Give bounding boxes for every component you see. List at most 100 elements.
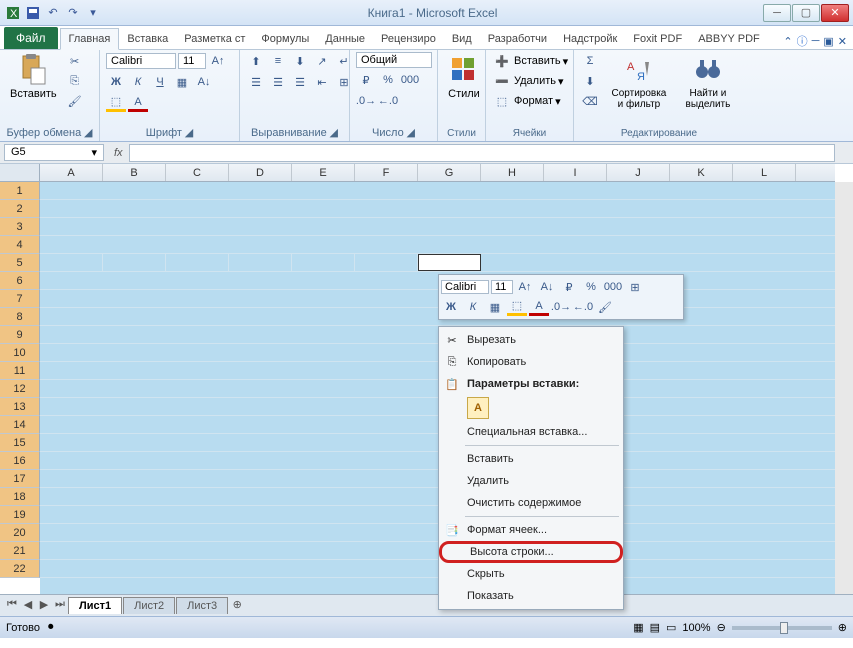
size-select[interactable]: 11 — [178, 53, 206, 69]
currency-icon[interactable]: ₽ — [356, 71, 376, 89]
row-header[interactable]: 3 — [0, 218, 40, 236]
row-header[interactable]: 20 — [0, 524, 40, 542]
ctx-paste-special[interactable]: Специальная вставка... — [439, 421, 623, 443]
align-mid-icon[interactable]: ≡ — [268, 52, 288, 70]
name-box[interactable]: G5▾ — [4, 144, 104, 161]
inc-decimal-icon[interactable]: .0→ — [356, 92, 376, 110]
col-header[interactable]: H — [481, 164, 544, 181]
sheet-nav-prev[interactable]: ◀ — [20, 598, 36, 614]
sheet-tab[interactable]: Лист1 — [68, 597, 122, 614]
zoom-in-button[interactable]: ⊕ — [838, 621, 847, 634]
redo-icon[interactable]: ↷ — [64, 4, 82, 22]
mini-bold-icon[interactable]: Ж — [441, 298, 461, 316]
row-header[interactable]: 1 — [0, 182, 40, 200]
font-color-icon[interactable]: A — [128, 94, 148, 112]
file-tab[interactable]: Файл — [4, 27, 58, 49]
cut-icon[interactable]: ✂ — [65, 52, 85, 70]
align-center-icon[interactable]: ☰ — [268, 73, 288, 91]
mdi-min-icon[interactable]: ─ — [812, 35, 820, 47]
format-cells-button[interactable]: ⬚Формат ▾ — [492, 92, 561, 110]
macro-record-icon[interactable]: ⏺ — [48, 621, 54, 634]
mini-currency-icon[interactable]: ₽ — [559, 278, 579, 296]
row-header[interactable]: 22 — [0, 560, 40, 578]
sort-filter-button[interactable]: AЯ Сортировка и фильтр — [604, 52, 674, 112]
col-header[interactable]: F — [355, 164, 418, 181]
ctx-row-height[interactable]: Высота строки... — [439, 541, 623, 563]
align-left-icon[interactable]: ☰ — [246, 73, 266, 91]
col-header[interactable]: B — [103, 164, 166, 181]
dec-decimal-icon[interactable]: ←.0 — [378, 92, 398, 110]
row-header[interactable]: 16 — [0, 452, 40, 470]
col-header[interactable]: D — [229, 164, 292, 181]
row-header[interactable]: 10 — [0, 344, 40, 362]
row-header[interactable]: 5 — [0, 254, 40, 272]
mini-font-select[interactable]: Calibri — [441, 280, 489, 294]
number-launcher[interactable]: ◢ — [406, 127, 414, 139]
font-launcher[interactable]: ◢ — [185, 127, 193, 139]
fill-color-icon[interactable]: ⬚ — [106, 94, 126, 112]
percent-icon[interactable]: % — [378, 71, 398, 89]
autosum-icon[interactable]: Σ — [580, 52, 600, 70]
mdi-close-icon[interactable]: ✕ — [838, 35, 847, 48]
tab-addins[interactable]: Надстройк — [555, 29, 625, 49]
col-header[interactable]: J — [607, 164, 670, 181]
mini-dec-dec-icon[interactable]: ←.0 — [573, 298, 593, 316]
italic-icon[interactable]: К — [128, 73, 148, 91]
mini-merge-icon[interactable]: ⊞ — [625, 278, 645, 296]
row-header[interactable]: 17 — [0, 470, 40, 488]
col-header[interactable]: E — [292, 164, 355, 181]
mini-size-select[interactable]: 11 — [491, 280, 513, 294]
ctx-show[interactable]: Показать — [439, 585, 623, 607]
indent-dec-icon[interactable]: ⇤ — [312, 73, 332, 91]
border-icon[interactable]: ▦ — [172, 73, 192, 91]
formula-input[interactable] — [129, 144, 835, 162]
zoom-slider[interactable] — [732, 626, 832, 630]
ctx-clear[interactable]: Очистить содержимое — [439, 492, 623, 514]
copy-icon[interactable]: ⎘ — [65, 72, 85, 90]
shrink-font-icon[interactable]: A↓ — [194, 73, 214, 91]
font-select[interactable]: Calibri — [106, 53, 176, 69]
mini-percent-icon[interactable]: % — [581, 278, 601, 296]
maximize-button[interactable]: ▢ — [792, 4, 820, 22]
row-header[interactable]: 19 — [0, 506, 40, 524]
row-header[interactable]: 21 — [0, 542, 40, 560]
align-top-icon[interactable]: ⬆ — [246, 52, 266, 70]
row-header[interactable]: 18 — [0, 488, 40, 506]
tab-data[interactable]: Данные — [317, 29, 373, 49]
zoom-out-button[interactable]: ⊖ — [717, 621, 726, 634]
zoom-level[interactable]: 100% — [682, 622, 710, 634]
grow-font-icon[interactable]: A↑ — [208, 52, 228, 70]
view-normal-icon[interactable]: ▦ — [633, 621, 643, 634]
tab-abbyy[interactable]: ABBYY PDF — [690, 29, 768, 49]
col-header[interactable]: G — [418, 164, 481, 181]
qat-more-icon[interactable]: ▾ — [84, 4, 102, 22]
sheet-nav-first[interactable]: ⏮ — [4, 598, 20, 614]
bold-icon[interactable]: Ж — [106, 73, 126, 91]
active-cell[interactable] — [418, 254, 481, 271]
delete-cells-button[interactable]: ➖Удалить ▾ — [492, 72, 564, 90]
underline-icon[interactable]: Ч — [150, 73, 170, 91]
tab-foxit[interactable]: Foxit PDF — [625, 29, 690, 49]
align-bot-icon[interactable]: ⬇ — [290, 52, 310, 70]
sheet-nav-next[interactable]: ▶ — [36, 598, 52, 614]
view-layout-icon[interactable]: ▤ — [650, 621, 660, 634]
mini-shrink-icon[interactable]: A↓ — [537, 278, 557, 296]
insert-cells-button[interactable]: ➕Вставить ▾ — [492, 52, 568, 70]
number-format-select[interactable]: Общий — [356, 52, 432, 68]
fill-icon[interactable]: ⬇ — [580, 72, 600, 90]
paste-option-button[interactable]: A — [467, 397, 489, 419]
col-header[interactable]: K — [670, 164, 733, 181]
clear-icon[interactable]: ⌫ — [580, 92, 600, 110]
close-button[interactable]: ✕ — [821, 4, 849, 22]
tab-developer[interactable]: Разработчи — [480, 29, 555, 49]
ctx-format-cells[interactable]: 📑Формат ячеек... — [439, 519, 623, 541]
row-header[interactable]: 9 — [0, 326, 40, 344]
comma-icon[interactable]: 000 — [400, 71, 420, 89]
tab-formulas[interactable]: Формулы — [253, 29, 317, 49]
clipboard-launcher[interactable]: ◢ — [84, 127, 92, 139]
ctx-hide[interactable]: Скрыть — [439, 563, 623, 585]
styles-button[interactable]: Стили — [444, 52, 484, 102]
mini-inc-dec-icon[interactable]: .0→ — [551, 298, 571, 316]
mini-comma-icon[interactable]: 000 — [603, 278, 623, 296]
ctx-cut[interactable]: ✂Вырезать — [439, 329, 623, 351]
